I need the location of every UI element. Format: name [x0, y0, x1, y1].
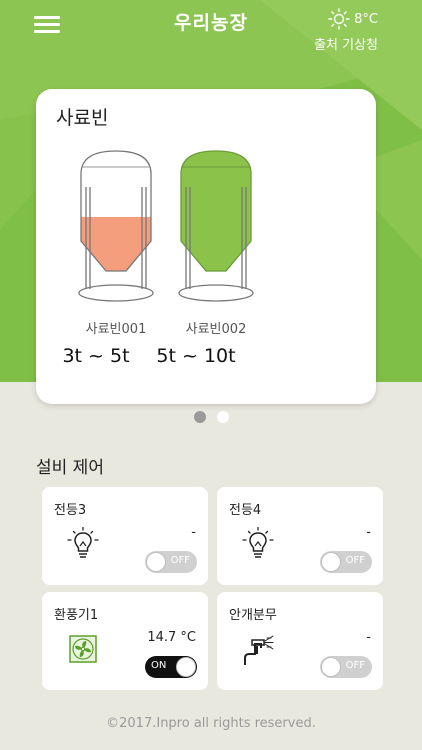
silo-name-2: 사료빈002: [185, 322, 247, 337]
carousel-pager: [0, 411, 422, 425]
pager-dot-2[interactable]: [216, 411, 229, 423]
device-toggle[interactable]: OFF: [145, 551, 197, 573]
device-value: -: [191, 525, 196, 540]
toggle-knob: [321, 657, 341, 677]
device-card-light4[interactable]: 전등4 - OFF: [217, 487, 383, 585]
light-bulb-icon: [242, 527, 274, 558]
device-name: 안개분무: [229, 608, 277, 623]
silo-graphic-1[interactable]: [76, 149, 156, 309]
sun-icon: [328, 8, 350, 30]
device-name: 전등3: [54, 503, 87, 518]
toggle-state-label: OFF: [170, 555, 190, 566]
silo-card-title: 사료빈: [56, 107, 109, 129]
silo-fill-level-1: [81, 217, 151, 271]
device-toggle[interactable]: OFF: [320, 656, 372, 678]
device-value: -: [366, 525, 371, 540]
silo-range-2: 5t ~ 10t: [156, 345, 236, 367]
toggle-knob: [146, 552, 166, 572]
weather-temperature: 8°C: [354, 11, 378, 27]
weather-source: 출처 기상청: [314, 38, 378, 53]
device-card-mist-sprayer[interactable]: 안개분무 - OFF: [217, 592, 383, 690]
device-value: -: [366, 630, 371, 645]
pager-dot-1[interactable]: [193, 411, 206, 423]
toggle-knob: [321, 552, 341, 572]
device-card-fan1[interactable]: 환풍기1 14.7 °C ON: [42, 592, 208, 690]
silo-card[interactable]: 사료빈 사료빈001 3t ~ 5t 사료빈002 5t ~ 10t: [36, 89, 376, 404]
device-name: 환풍기1: [54, 608, 99, 623]
footer-copyright: ©2017.Inpro all rights reserved.: [106, 716, 316, 731]
top-bar: 우리농장 8°C 출처 기상청: [0, 0, 422, 60]
toggle-state-label: ON: [151, 660, 167, 671]
device-name: 전등4: [229, 503, 262, 518]
equipment-section-title: 설비 제어: [36, 458, 104, 478]
silo-graphic-2[interactable]: [176, 149, 256, 309]
light-bulb-icon: [67, 527, 99, 558]
fan-icon: [69, 635, 97, 663]
device-card-light3[interactable]: 전등3 - OFF: [42, 487, 208, 585]
device-value: 14.7 °C: [147, 630, 196, 645]
toggle-state-label: OFF: [345, 555, 365, 566]
device-toggle[interactable]: ON: [145, 656, 197, 678]
device-toggle[interactable]: OFF: [320, 551, 372, 573]
toggle-state-label: OFF: [345, 660, 365, 671]
mist-sprayer-icon: [244, 635, 274, 665]
toggle-knob: [176, 657, 196, 677]
weather-widget: 8°C 출처 기상청: [288, 8, 378, 53]
